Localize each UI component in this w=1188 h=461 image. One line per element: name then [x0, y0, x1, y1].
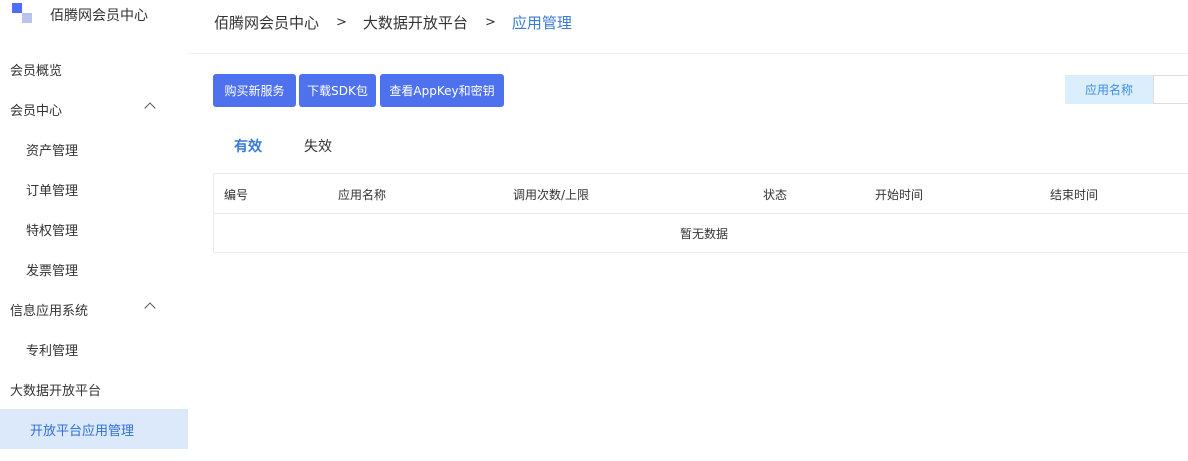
- apps-table: 编号 应用名称 调用次数/上限 状态 开始时间 结束时间 暂无数据: [213, 173, 1188, 253]
- buy-service-button[interactable]: 购买新服务: [213, 74, 296, 107]
- breadcrumb-current: 应用管理: [512, 12, 572, 33]
- sidebar-item-privilege-management[interactable]: 特权管理: [0, 209, 188, 249]
- sidebar-item-asset-management[interactable]: 资产管理: [0, 129, 188, 169]
- breadcrumb-separator: >: [485, 15, 496, 30]
- sidebar-item-invoice-management[interactable]: 发票管理: [0, 249, 188, 289]
- column-header-app-name: 应用名称: [338, 186, 386, 203]
- sidebar-item-label: 资产管理: [26, 140, 78, 159]
- table-header: 编号 应用名称 调用次数/上限 状态 开始时间 结束时间: [214, 174, 1188, 214]
- sidebar-item-label: 开放平台应用管理: [30, 420, 134, 439]
- chevron-up-icon: [144, 102, 155, 113]
- sidebar-item-patent-management[interactable]: 专利管理: [0, 329, 188, 369]
- breadcrumb-item[interactable]: 佰腾网会员中心: [214, 12, 319, 33]
- sidebar-item-open-platform-apps[interactable]: 开放平台应用管理: [0, 409, 188, 449]
- download-sdk-button[interactable]: 下载SDK包: [299, 74, 376, 107]
- tab-invalid[interactable]: 失效: [304, 136, 332, 156]
- column-header-status: 状态: [763, 186, 787, 203]
- sidebar-group-info-system[interactable]: 信息应用系统: [0, 289, 188, 329]
- app-name-filter-input[interactable]: [1153, 75, 1188, 104]
- column-header-end-time: 结束时间: [1050, 186, 1098, 203]
- sidebar-nav: 会员概览 会员中心 资产管理 订单管理 特权管理 发票管理 信息应用系统 专利管…: [0, 49, 188, 449]
- chevron-up-icon: [144, 302, 155, 313]
- sidebar-item-member-overview[interactable]: 会员概览: [0, 49, 188, 89]
- sidebar-item-label: 发票管理: [26, 260, 78, 279]
- sidebar-group-member-center[interactable]: 会员中心: [0, 89, 188, 129]
- sidebar-item-order-management[interactable]: 订单管理: [0, 169, 188, 209]
- sidebar-item-label: 信息应用系统: [10, 300, 88, 319]
- logo-icon: [12, 3, 36, 27]
- sidebar-item-label: 专利管理: [26, 340, 78, 359]
- sidebar-item-label: 特权管理: [26, 220, 78, 239]
- column-header-start-time: 开始时间: [875, 186, 923, 203]
- sidebar: 佰腾网会员中心 会员概览 会员中心 资产管理 订单管理 特权管理 发票管理 信息…: [0, 0, 188, 461]
- sidebar-item-label: 会员中心: [10, 100, 62, 119]
- app-name-filter-label: 应用名称: [1065, 75, 1153, 104]
- sidebar-item-label: 订单管理: [26, 180, 78, 199]
- column-header-id: 编号: [224, 186, 248, 203]
- logo[interactable]: 佰腾网会员中心: [12, 2, 148, 28]
- sidebar-group-big-data-platform[interactable]: 大数据开放平台: [0, 369, 188, 409]
- breadcrumb-separator: >: [336, 15, 347, 30]
- breadcrumb-item[interactable]: 大数据开放平台: [363, 12, 468, 33]
- sidebar-item-label: 会员概览: [10, 60, 62, 79]
- sidebar-item-label: 大数据开放平台: [10, 380, 101, 399]
- column-header-call-count: 调用次数/上限: [513, 186, 589, 203]
- empty-text: 暂无数据: [680, 225, 728, 242]
- tab-valid[interactable]: 有效: [234, 136, 262, 156]
- view-appkey-button[interactable]: 查看AppKey和密钥: [380, 74, 504, 107]
- header-divider: [188, 53, 1188, 54]
- logo-text: 佰腾网会员中心: [50, 5, 148, 25]
- breadcrumb: 佰腾网会员中心 > 大数据开放平台 > 应用管理: [214, 11, 572, 33]
- table-empty-row: 暂无数据: [214, 214, 1188, 253]
